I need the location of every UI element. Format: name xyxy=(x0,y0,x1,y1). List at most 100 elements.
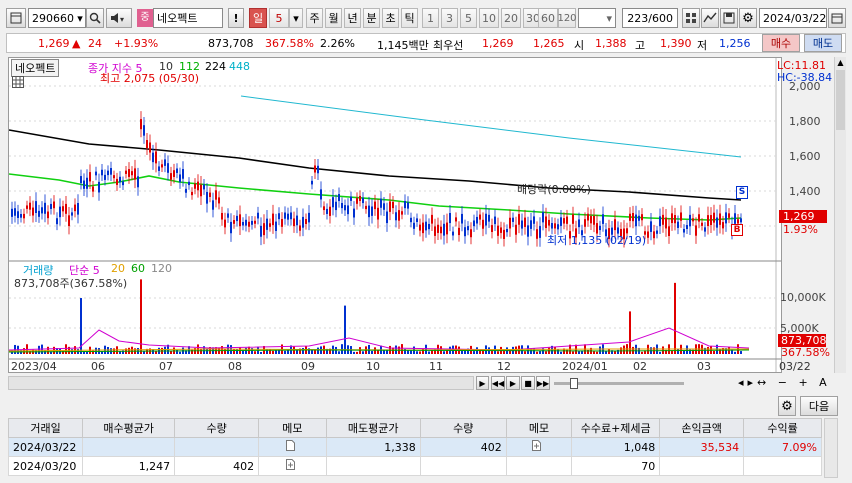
period-second-button[interactable]: 초 xyxy=(382,8,399,28)
sell-button[interactable]: 매도 xyxy=(804,34,842,52)
interval-custom-select[interactable]: ▾ xyxy=(578,8,616,28)
candle xyxy=(101,169,103,176)
volume-bar xyxy=(344,305,346,354)
interval-5-button[interactable]: 5 xyxy=(460,8,477,28)
candle xyxy=(98,181,100,193)
period-minute-button[interactable]: 분 xyxy=(363,8,380,28)
save-icon[interactable] xyxy=(720,8,738,28)
interval-10-button[interactable]: 10 xyxy=(479,8,499,28)
candle xyxy=(653,231,655,239)
candle xyxy=(11,208,13,217)
candle xyxy=(302,216,304,228)
play-icon[interactable]: ▶ xyxy=(506,376,520,390)
buy-memo-icon[interactable] xyxy=(258,437,327,457)
forward-icon[interactable]: ▶▶ xyxy=(536,376,550,390)
candle xyxy=(674,215,676,224)
candle xyxy=(182,169,184,179)
settings-icon[interactable]: ⚙ xyxy=(778,396,796,416)
y-tick-1600: 1,600 xyxy=(789,150,821,163)
price-chart xyxy=(9,58,781,372)
candle xyxy=(548,219,550,226)
candle xyxy=(407,202,409,209)
period-year-button[interactable]: 년 xyxy=(344,8,361,28)
candle xyxy=(188,181,190,186)
scroll-thumb[interactable] xyxy=(836,70,845,130)
sell-marker[interactable]: S xyxy=(736,186,748,199)
table-row[interactable]: 2024/03/20 1,247 402 70 xyxy=(7,456,822,476)
zoom-in-out-icons[interactable]: ◂▸↔ − + A xyxy=(738,376,831,389)
interval-3-button[interactable]: 3 xyxy=(441,8,458,28)
date-input[interactable]: 2024/03/22 xyxy=(759,8,827,28)
period-day-button[interactable]: 일 xyxy=(249,8,267,28)
scroll-up-icon[interactable]: ▲ xyxy=(835,57,846,69)
ma-448-label: 448 xyxy=(229,60,250,73)
chart-stock-tag[interactable]: 네오펙트 xyxy=(11,59,60,77)
table-row[interactable]: 2024/03/22 1,338 402 1,048 35,534 7.09% xyxy=(7,437,822,457)
candle xyxy=(386,211,388,224)
candle xyxy=(392,202,394,209)
gear-icon[interactable]: ⚙ xyxy=(739,8,757,28)
search-icon[interactable] xyxy=(86,8,104,28)
interval-1-button[interactable]: 1 xyxy=(422,8,439,28)
tools-grid-icon[interactable] xyxy=(682,8,700,28)
candle xyxy=(173,170,175,177)
volume-bar xyxy=(560,351,562,354)
volume-bar xyxy=(428,351,430,354)
buy-memo-icon[interactable] xyxy=(258,456,327,476)
period-count-dropdown-icon[interactable]: ▾ xyxy=(289,8,303,28)
stock-name-field[interactable]: 네오펙트 xyxy=(153,8,223,28)
grid-toggle-icon[interactable] xyxy=(12,76,24,91)
alert-button[interactable]: ! xyxy=(228,8,244,28)
candle xyxy=(80,176,82,184)
sell-memo-icon[interactable] xyxy=(505,437,573,457)
trend-icon[interactable] xyxy=(701,8,719,28)
calendar-icon[interactable] xyxy=(828,8,846,28)
candle xyxy=(650,221,652,232)
candle xyxy=(179,174,181,183)
current-price: 1,269 xyxy=(38,37,70,50)
candle xyxy=(191,191,193,196)
col-buy-avg: 매수평균가 xyxy=(82,418,176,438)
vol-ma-120-label: 120 xyxy=(151,262,172,275)
candle xyxy=(389,201,391,212)
candle xyxy=(542,212,544,223)
chart-vertical-scrollbar[interactable]: ▲ xyxy=(834,57,846,373)
volume-bar xyxy=(356,351,358,354)
candle xyxy=(50,203,52,209)
candle xyxy=(647,231,649,238)
horizontal-scrollbar[interactable] xyxy=(8,376,474,390)
volume-bar xyxy=(254,351,256,354)
candle xyxy=(530,220,532,229)
candle xyxy=(467,226,469,231)
menu-icon[interactable] xyxy=(6,8,26,28)
chart-area[interactable]: 네오펙트 종가 지수 5 10 112 224 448 최고 2,075 (05… xyxy=(8,57,832,373)
stop-icon[interactable]: ■ xyxy=(521,376,535,390)
open-label: 시 xyxy=(574,39,585,52)
candle xyxy=(641,214,643,221)
low-price: 1,256 xyxy=(719,37,751,50)
zoom-slider-thumb[interactable] xyxy=(570,378,578,389)
buy-marker[interactable]: B xyxy=(731,224,743,236)
candle xyxy=(260,225,262,237)
speaker-icon[interactable]: ▾ xyxy=(106,8,132,28)
next-button[interactable]: 다음 xyxy=(800,396,838,416)
interval-120-button[interactable]: 120 xyxy=(557,8,577,28)
volume-bar xyxy=(143,351,145,354)
volume-bar xyxy=(164,346,166,354)
period-week-button[interactable]: 주 xyxy=(306,8,323,28)
table-vertical-scrollbar[interactable] xyxy=(824,418,838,478)
candle xyxy=(503,229,505,239)
candle xyxy=(398,210,400,221)
interval-60-button[interactable]: 60 xyxy=(538,8,558,28)
return-cell: 7.09% xyxy=(743,437,822,457)
candle xyxy=(134,168,136,180)
period-tick-button[interactable]: 틱 xyxy=(401,8,418,28)
period-month-button[interactable]: 월 xyxy=(325,8,342,28)
period-count-select[interactable]: 5 xyxy=(269,8,289,28)
rewind-icon[interactable]: ◀◀ xyxy=(491,376,505,390)
interval-20-button[interactable]: 20 xyxy=(501,8,521,28)
stock-code-dropdown-icon[interactable]: ▾ xyxy=(74,9,86,27)
buy-button[interactable]: 매수 xyxy=(762,34,800,52)
scroll-right-icon[interactable]: ▶ xyxy=(476,376,489,390)
volume-bar xyxy=(461,350,463,354)
